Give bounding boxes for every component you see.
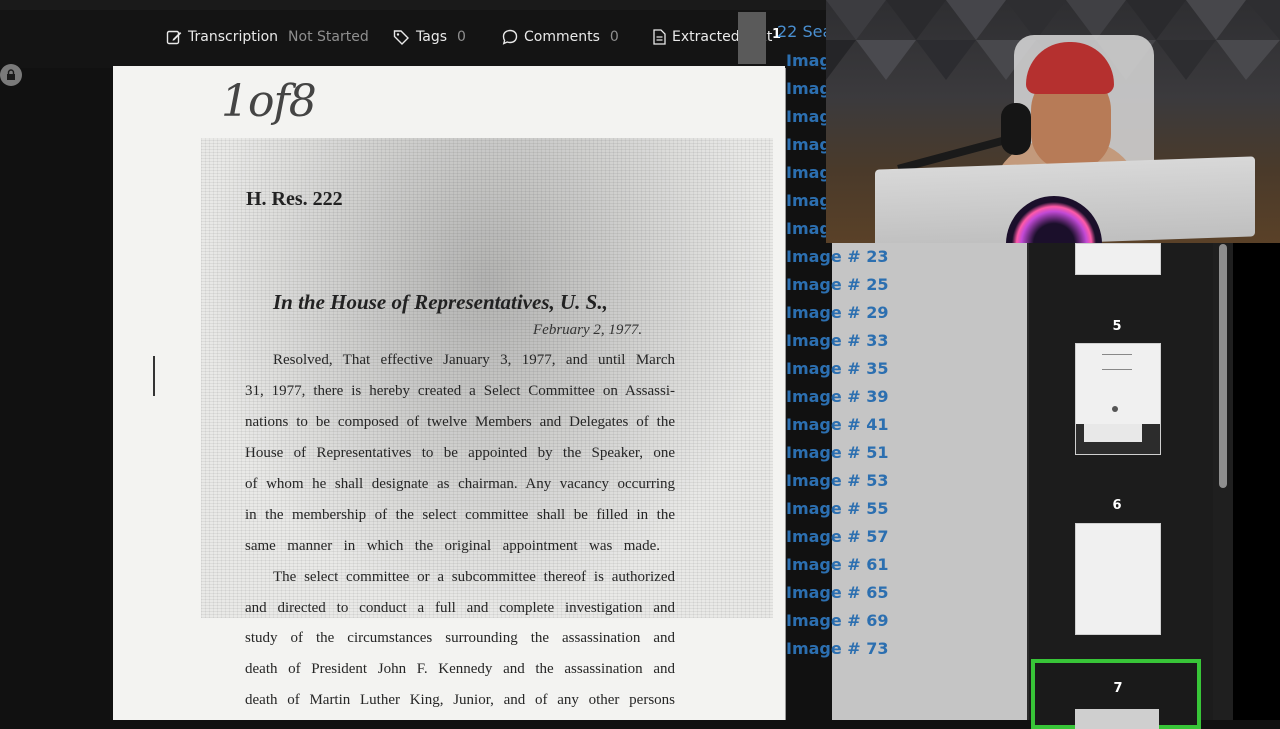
image-link[interactable]: Image # 53 <box>786 471 889 490</box>
thumbnail-seal <box>1112 406 1118 412</box>
resolution-id: H. Res. 222 <box>246 188 343 210</box>
edit-icon <box>166 30 182 45</box>
thumbnail-text-lines <box>1102 354 1132 370</box>
comments-label: Comments <box>524 29 600 45</box>
doc-line: in the membership of the select committe… <box>245 507 675 523</box>
thumbnail-label: 7 <box>1113 681 1123 696</box>
page-thumbnail[interactable] <box>1075 523 1161 635</box>
image-link[interactable]: Image # 51 <box>786 443 889 462</box>
doc-line: The select committee or a subcommittee t… <box>273 569 675 585</box>
page-thumbnail-preview <box>1075 709 1159 729</box>
image-link[interactable]: Image # 23 <box>786 247 889 266</box>
doc-line: of whom he shall designate as chairman. … <box>245 476 675 492</box>
image-link[interactable]: Image # 25 <box>786 275 889 294</box>
webcam-overlay <box>826 0 1280 243</box>
image-link[interactable]: Image # 73 <box>786 639 889 658</box>
doc-line: death of President John F. Kennedy and t… <box>245 661 675 677</box>
resolution-date: February 2, 1977. <box>533 322 643 338</box>
thumbnail-paper-edge <box>1084 424 1142 442</box>
microphone <box>1001 103 1031 155</box>
doc-line: same manner in which the original appoin… <box>245 538 660 554</box>
comments-count: 0 <box>609 29 619 45</box>
doc-line: death of Martin Luther King, Junior, and… <box>245 692 675 708</box>
page-thumbnail[interactable] <box>1075 243 1161 275</box>
doc-line: and directed to conduct a full and compl… <box>245 600 675 616</box>
image-link[interactable]: Image # 65 <box>786 583 889 602</box>
thumbnail-dark-band <box>1076 424 1160 454</box>
doc-line: 31, 1977, there is hereby created a Sele… <box>245 383 675 399</box>
doc-line: Resolved, That effective January 3, 1977… <box>273 352 675 368</box>
search-results-count: 22 Sea <box>777 22 833 41</box>
tags-label: Tags <box>416 29 447 45</box>
right-margin <box>1233 243 1280 720</box>
tags-tab[interactable]: Tags 0 <box>393 27 466 47</box>
image-link[interactable]: Image # 33 <box>786 331 889 350</box>
thumbnail-scrollbar-thumb[interactable] <box>1219 244 1227 488</box>
image-link[interactable]: Image # 61 <box>786 555 889 574</box>
page-thumbnail[interactable] <box>1075 343 1161 455</box>
transcription-tab[interactable]: Transcription Not Started <box>166 27 369 47</box>
tag-icon <box>393 30 409 45</box>
transcription-label: Transcription <box>188 29 279 45</box>
lock-button[interactable] <box>0 64 22 86</box>
doc-line: study of the circumstances surrounding t… <box>245 630 675 646</box>
image-link[interactable]: Image # 41 <box>786 415 889 434</box>
comment-icon <box>502 29 518 45</box>
house-title: In the House of Representatives, U. S., <box>273 290 608 314</box>
doc-line: nations to be composed of twelve Members… <box>245 414 675 430</box>
transcription-status: Not Started <box>288 29 369 45</box>
image-link[interactable]: Image # 35 <box>786 359 889 378</box>
document-page: 1of8 H. Res. 222 In the House of Represe… <box>113 66 785 720</box>
lock-icon <box>7 69 15 80</box>
image-link[interactable]: Image # 69 <box>786 611 889 630</box>
image-link[interactable]: Image # 39 <box>786 387 889 406</box>
thumbnail-panel <box>1027 243 1215 720</box>
comments-tab[interactable]: Comments 0 <box>502 27 619 47</box>
image-link[interactable]: Image # 29 <box>786 303 889 322</box>
tags-count: 0 <box>457 29 466 45</box>
thumbnail-label: 6 <box>1112 498 1122 513</box>
thumbnail-label: 5 <box>1112 319 1122 334</box>
image-link[interactable]: Image # 57 <box>786 527 889 546</box>
margin-mark <box>153 356 155 396</box>
image-link[interactable]: Image # 55 <box>786 499 889 518</box>
handwritten-page-note: 1of8 <box>221 76 317 127</box>
doc-line: House of Representatives to be appointed… <box>245 445 675 461</box>
document-icon <box>653 29 666 45</box>
search-page-badge[interactable] <box>738 12 766 64</box>
selected-page-thumbnail[interactable]: 7 <box>1031 659 1201 729</box>
document-toolbar: Transcription Not Started Tags 0 Comment… <box>0 0 830 68</box>
